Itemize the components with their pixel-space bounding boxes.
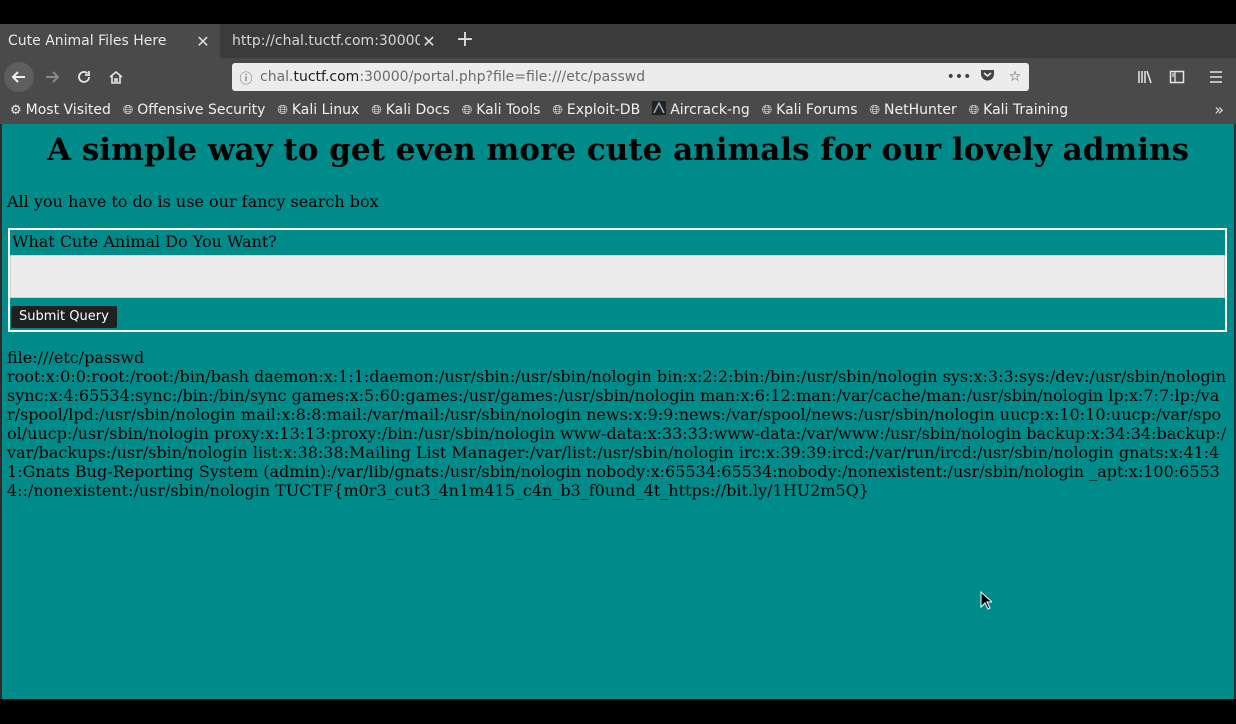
pocket-icon[interactable] [973, 68, 1001, 86]
page-actions-icon[interactable]: ••• [945, 69, 973, 85]
globe-icon: 🌐︎ [371, 102, 382, 118]
close-icon[interactable]: ✕ [194, 32, 212, 51]
bookmark-exploit-db[interactable]: 🌐︎ Exploit-DB [552, 102, 640, 118]
bookmark-label: Kali Docs [385, 102, 450, 118]
bookmark-kali-forums[interactable]: 🌐︎ Kali Forums [762, 102, 858, 118]
page-title: A simple way to get even more cute anima… [47, 132, 1189, 168]
bookmark-label: Aircrack-ng [670, 102, 750, 118]
bookmark-label: Most Visited [25, 102, 111, 118]
globe-icon: 🌐︎ [461, 102, 473, 118]
library-icon[interactable] [1131, 63, 1159, 91]
search-input[interactable] [10, 255, 1225, 298]
gear-icon: ⚙ [10, 102, 22, 118]
aircrack-icon [652, 101, 667, 119]
bookmark-kali-training[interactable]: 🌐︎ Kali Training [969, 102, 1068, 118]
reload-icon[interactable] [70, 63, 98, 91]
search-form: What Cute Animal Do You Want? Submit Que… [8, 228, 1227, 332]
bookmark-kali-docs[interactable]: 🌐︎ Kali Docs [371, 102, 450, 118]
url-domain: tuctf.com [293, 69, 360, 85]
close-icon[interactable]: ✕ [420, 32, 438, 51]
bookmark-label: Kali Training [983, 102, 1069, 118]
bookmark-kali-tools[interactable]: 🌐︎ Kali Tools [462, 102, 541, 118]
page-intro: All you have to do is use our fancy sear… [7, 192, 379, 211]
globe-icon: 🌐︎ [968, 102, 980, 118]
bookmark-label: Exploit-DB [566, 102, 641, 118]
mouse-cursor-icon [980, 590, 994, 614]
home-icon[interactable] [102, 63, 130, 91]
url-prefix: chal. [260, 69, 294, 85]
tab-chal-tuctf[interactable]: http://chal.tuctf.com:30000/ ✕ [224, 24, 446, 58]
bookmark-most-visited[interactable]: ⚙ Most Visited [10, 102, 111, 118]
url-path: :30000/portal.php?file=file:///etc/passw… [359, 69, 646, 85]
forward-icon[interactable] [38, 63, 66, 91]
tab-title: http://chal.tuctf.com:30000/ [232, 33, 420, 49]
sidebar-icon[interactable] [1163, 63, 1191, 91]
submit-query-button[interactable]: Submit Query [11, 306, 117, 328]
globe-icon: 🌐︎ [761, 102, 773, 118]
bookmark-offensive-security[interactable]: 🌐︎ Offensive Security [123, 102, 266, 118]
bookmark-aircrack-ng[interactable]: Aircrack-ng [652, 101, 750, 119]
bookmark-nethunter[interactable]: 🌐︎ NetHunter [870, 102, 957, 118]
page-content: A simple way to get even more cute anima… [2, 124, 1234, 699]
screen-bottom-edge [0, 699, 1236, 724]
bookmark-label: Kali Linux [291, 102, 360, 118]
file-output: file:///etc/passwd root:x:0:0:root:/root… [7, 348, 1229, 500]
tab-strip: Cute Animal Files Here ✕ http://chal.tuc… [0, 24, 1236, 58]
result-file-path: file:///etc/passwd [7, 348, 145, 367]
globe-icon: 🌐︎ [122, 102, 134, 118]
info-icon[interactable]: ⓘ [232, 68, 260, 87]
bookmark-label: Kali Forums [776, 102, 858, 118]
search-label: What Cute Animal Do You Want? [12, 232, 277, 251]
url-bar[interactable]: ⓘ chal.tuctf.com:30000/portal.php?file=f… [232, 63, 1029, 91]
browser-window: Cute Animal Files Here ✕ http://chal.tuc… [0, 24, 1236, 699]
new-tab-icon[interactable]: + [452, 28, 478, 54]
globe-icon: 🌐︎ [552, 102, 563, 118]
tab-cute-animal-files[interactable]: Cute Animal Files Here ✕ [0, 24, 220, 58]
bookmark-label: Kali Tools [476, 102, 541, 118]
globe-icon: 🌐︎ [869, 102, 881, 118]
menu-icon[interactable] [1202, 63, 1230, 91]
navigation-toolbar: ⓘ chal.tuctf.com:30000/portal.php?file=f… [0, 58, 1236, 96]
bookmarks-toolbar: ⚙ Most Visited 🌐︎ Offensive Security 🌐︎ Kal… [0, 96, 1236, 124]
globe-icon: 🌐︎ [277, 102, 288, 118]
tab-title: Cute Animal Files Here [8, 33, 167, 49]
bookmark-label: Offensive Security [137, 102, 266, 118]
bookmark-kali-linux[interactable]: 🌐︎ Kali Linux [277, 102, 359, 118]
chevron-double-right-icon[interactable]: » [1214, 100, 1224, 119]
bookmark-star-icon[interactable]: ☆ [1001, 69, 1029, 85]
result-file-contents: root:x:0:0:root:/root:/bin/bash daemon:x… [7, 367, 1227, 500]
bookmark-label: NetHunter [884, 102, 957, 118]
url-text[interactable]: chal.tuctf.com:30000/portal.php?file=fil… [260, 69, 945, 85]
back-icon[interactable] [4, 62, 34, 92]
